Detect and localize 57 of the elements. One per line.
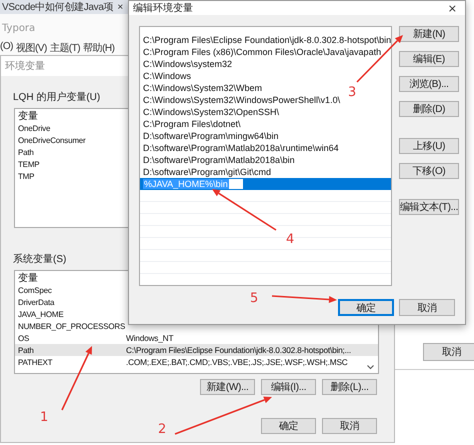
ok-button[interactable]: 确定 (338, 299, 394, 316)
group-label: LQH 的用户变量(U) (13, 90, 100, 104)
dialog-title: 编辑环境变量 (133, 2, 193, 15)
path-entry[interactable]: C:\Windows\system32 (143, 59, 232, 69)
variable-name: Path (18, 346, 35, 354)
column-header: 变量 (18, 110, 39, 123)
step-number: 1 (40, 410, 48, 425)
step-number: 2 (158, 422, 166, 437)
path-entry[interactable]: D:\software\Program\Matlab2018a\bin (143, 155, 295, 165)
dialog-button[interactable]: 新建(W)... (200, 379, 255, 395)
cancel-button[interactable]: 取消 (399, 299, 455, 316)
tab-title[interactable]: VScode中如何创建Java项 (2, 0, 114, 14)
variable-name: NUMBER_OF_PROCESSORS (18, 322, 126, 330)
path-entry[interactable]: C:\Windows\System32\Wbem (143, 83, 262, 93)
path-entry[interactable]: D:\software\Program\mingw64\bin (143, 131, 279, 141)
variable-name: PATHEXT (18, 358, 54, 366)
dialog-button[interactable]: 删除(L)... (322, 379, 377, 395)
path-entry[interactable]: C:\Program Files\dotnet\ (143, 119, 241, 129)
dialog-button[interactable]: 编辑文本(T)... (399, 199, 459, 215)
group-label: 系统变量(S) (13, 252, 66, 266)
dialog-button[interactable]: 新建(N) (399, 26, 459, 42)
variable-value: C:\Program Files\Eclipse Foundation\jdk-8.0.302.8-hotspot\bin;... (126, 345, 351, 355)
menu-item[interactable]: (O) (0, 41, 13, 55)
annotation-arrow (61, 346, 92, 410)
variable-value: Windows_NT (126, 333, 174, 343)
step-number: 5 (250, 291, 258, 306)
window-title: Typora (1, 22, 36, 36)
annotation-arrow (272, 295, 337, 303)
dialog-button[interactable]: 删除(D) (399, 101, 459, 117)
scroll-down-icon[interactable] (367, 365, 374, 370)
variable-name: ComSpec (18, 286, 53, 294)
variable-row[interactable]: OS Windows_NT (15, 332, 378, 344)
dialog-button[interactable]: 下移(O) (399, 163, 459, 179)
menu-item[interactable]: 主题(T) (50, 41, 80, 55)
menu-item[interactable]: 帮助(H) (83, 41, 114, 55)
path-entry[interactable]: C:\Windows\System32\WindowsPowerShell\v1.0\ (143, 95, 340, 105)
menu-item[interactable]: 视图(V) (16, 41, 47, 55)
dialog-button[interactable]: 上移(U) (399, 138, 459, 154)
dialog-button[interactable]: 编辑(E) (399, 51, 459, 67)
path-entry[interactable]: D:\software\Program\git\Git\cmd (143, 167, 272, 177)
step-number: 3 (348, 85, 356, 100)
variable-row[interactable]: Path C:\Program Files\Eclipse Foundation\jdk-8.0.302.8-hotspot\bin;... (15, 344, 378, 356)
variable-value: .COM;.EXE;.BAT;.CMD;.VBS;.VBE;.JS;.JSE;.WSF;.WSH;.MSC (126, 357, 348, 367)
dialog-button[interactable]: 编辑(I)... (261, 379, 316, 395)
variable-row[interactable]: PATHEXT .COM;.EXE;.BAT;.CMD;.VBS;.VBE;.JS;.JSE;.WSF;.WSH;.MSC (15, 356, 378, 368)
ok-button[interactable]: 确定 (261, 418, 316, 434)
close-icon[interactable]: × (117, 2, 123, 12)
step-number: 4 (286, 232, 294, 247)
cancel-button[interactable]: 取消 (423, 343, 474, 361)
variable-name: OS (18, 334, 30, 342)
cancel-button[interactable]: 取消 (322, 418, 377, 434)
variable-name: JAVA_HOME (18, 310, 64, 318)
path-entry[interactable]: C:\Windows\System32\OpenSSH\ (143, 107, 280, 117)
dialog-button[interactable]: 浏览(B)... (399, 76, 459, 92)
close-icon[interactable]: × (448, 2, 457, 14)
annotation-arrow (212, 189, 276, 231)
column-header: 变量 (18, 272, 39, 285)
